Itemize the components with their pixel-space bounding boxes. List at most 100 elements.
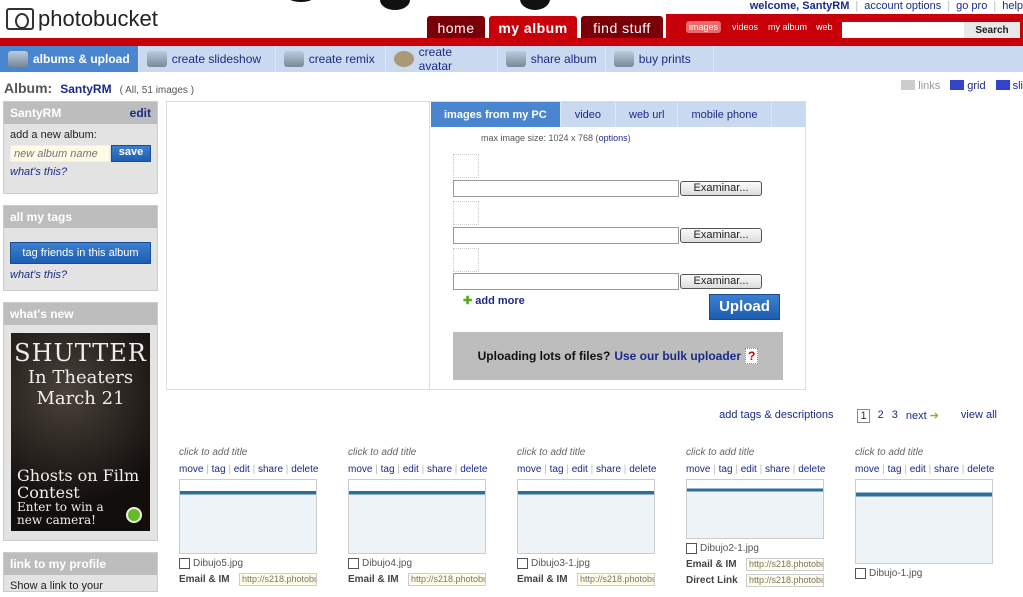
nav-create-slideshow[interactable]: create slideshow [139, 46, 276, 72]
whats-this-link[interactable]: what's this? [10, 166, 151, 178]
tab-my-album[interactable]: my album [489, 16, 577, 39]
tag-link[interactable]: tag [212, 464, 226, 475]
browse-button-3[interactable]: Examinar... [680, 274, 762, 289]
view-all-link[interactable]: view all [961, 409, 997, 423]
arrow-right-icon[interactable] [126, 507, 142, 523]
delete-link[interactable]: delete [291, 464, 318, 475]
title-link[interactable]: click to add title [855, 447, 995, 459]
shutter-ad[interactable]: SHUTTER In Theaters March 21 Ghosts on F… [11, 333, 150, 531]
account-options-link[interactable]: account options [864, 0, 941, 12]
link-code-field[interactable]: http://s218.photobu [408, 573, 486, 586]
delete-link[interactable]: delete [629, 464, 656, 475]
page-2[interactable]: 2 [878, 409, 884, 423]
thumbnail-image[interactable] [348, 479, 486, 554]
select-checkbox[interactable] [517, 558, 528, 569]
tab-images-from-pc[interactable]: images from my PC [431, 102, 561, 127]
thumbnail-image[interactable] [855, 479, 993, 564]
delete-link[interactable]: delete [798, 464, 825, 475]
move-link[interactable]: move [179, 464, 203, 475]
share-link[interactable]: share [934, 464, 959, 475]
help-icon[interactable]: ? [745, 348, 759, 364]
select-checkbox[interactable] [686, 543, 697, 554]
title-link[interactable]: click to add title [348, 447, 488, 459]
tab-web-url[interactable]: web url [616, 102, 679, 127]
delete-link[interactable]: delete [967, 464, 994, 475]
view-grid[interactable]: grid [950, 80, 986, 92]
edit-link[interactable]: edit [130, 106, 151, 120]
tab-mobile-phone[interactable]: mobile phone [678, 102, 772, 127]
thumbnail-image[interactable] [179, 479, 317, 554]
nav-share-album[interactable]: share album [498, 46, 606, 72]
tag-link[interactable]: tag [888, 464, 902, 475]
tag-friends-button[interactable]: tag friends in this album [10, 242, 151, 264]
view-links[interactable]: links [901, 80, 940, 92]
avatar-icon [393, 51, 414, 67]
next-link[interactable]: next ➔ [906, 409, 939, 423]
browse-button-2[interactable]: Examinar... [680, 228, 762, 243]
search-option-videos[interactable]: videos [732, 22, 758, 32]
thumbnail-image[interactable] [517, 479, 655, 554]
thumbnail-image[interactable] [686, 479, 824, 539]
link-code-field[interactable]: http://s218.photobu [577, 573, 655, 586]
file-input-2[interactable] [453, 227, 679, 244]
title-link[interactable]: click to add title [179, 447, 319, 459]
go-pro-link[interactable]: go pro [956, 0, 987, 12]
select-checkbox[interactable] [855, 568, 866, 579]
file-input-3[interactable] [453, 273, 679, 290]
search-option-web[interactable]: web [816, 22, 833, 32]
tag-link[interactable]: tag [381, 464, 395, 475]
select-checkbox[interactable] [179, 558, 190, 569]
file-input-1[interactable] [453, 180, 679, 197]
share-link[interactable]: share [427, 464, 452, 475]
search-button[interactable]: Search [964, 22, 1020, 38]
logo[interactable]: photobucket [6, 6, 158, 32]
select-checkbox[interactable] [348, 558, 359, 569]
search-input[interactable] [842, 22, 964, 38]
nav-albums-upload[interactable]: albums & upload [0, 46, 139, 72]
tab-video[interactable]: video [561, 102, 616, 127]
help-link[interactable]: help [1002, 0, 1023, 12]
search-option-images[interactable]: images [686, 21, 722, 33]
title-link[interactable]: click to add title [686, 447, 826, 459]
tag-link[interactable]: tag [719, 464, 733, 475]
nav-buy-prints[interactable]: buy prints [606, 46, 714, 72]
view-slideshow[interactable]: sli [995, 80, 1023, 92]
move-link[interactable]: move [517, 464, 541, 475]
move-link[interactable]: move [348, 464, 372, 475]
file-name: Dibujo2-1.jpg [686, 542, 826, 555]
nav-create-remix[interactable]: create remix [276, 46, 386, 72]
move-link[interactable]: move [686, 464, 710, 475]
nav-create-avatar[interactable]: create avatar [386, 45, 498, 73]
tab-home[interactable]: home [427, 16, 485, 39]
title-link[interactable]: click to add title [517, 447, 657, 459]
tag-link[interactable]: tag [550, 464, 564, 475]
new-album-input[interactable] [10, 145, 110, 162]
edit-link[interactable]: edit [910, 464, 926, 475]
whats-this-link[interactable]: what's this? [10, 269, 151, 281]
save-button[interactable]: save [111, 145, 151, 162]
edit-link[interactable]: edit [403, 464, 419, 475]
share-link[interactable]: share [258, 464, 283, 475]
search-option-my-album[interactable]: my album [768, 22, 807, 32]
bulk-uploader-link[interactable]: Use our bulk uploader [614, 349, 741, 363]
tab-find-stuff[interactable]: find stuff [581, 16, 663, 39]
page-3[interactable]: 3 [892, 409, 898, 423]
browse-button-1[interactable]: Examinar... [680, 181, 762, 196]
edit-link[interactable]: edit [741, 464, 757, 475]
move-link[interactable]: move [855, 464, 879, 475]
upload-button[interactable]: Upload [709, 294, 780, 320]
share-link[interactable]: share [596, 464, 621, 475]
options-link[interactable]: options [599, 133, 628, 143]
page-1[interactable]: 1 [857, 409, 870, 423]
edit-link[interactable]: edit [234, 464, 250, 475]
edit-link[interactable]: edit [572, 464, 588, 475]
album-name[interactable]: SantyRM [60, 82, 111, 96]
delete-link[interactable]: delete [460, 464, 487, 475]
share-link[interactable]: share [765, 464, 790, 475]
link-code-field[interactable]: http://s218.photobu [746, 558, 824, 571]
link-code-field[interactable]: http://s218.photobu [239, 573, 317, 586]
link-code-field[interactable]: http://s218.photobu [746, 574, 824, 587]
link-row: Email & IM http://s218.photobu [179, 573, 319, 586]
add-tags-link[interactable]: add tags & descriptions [719, 409, 833, 423]
add-more-link[interactable]: ✚ add more [463, 294, 525, 307]
